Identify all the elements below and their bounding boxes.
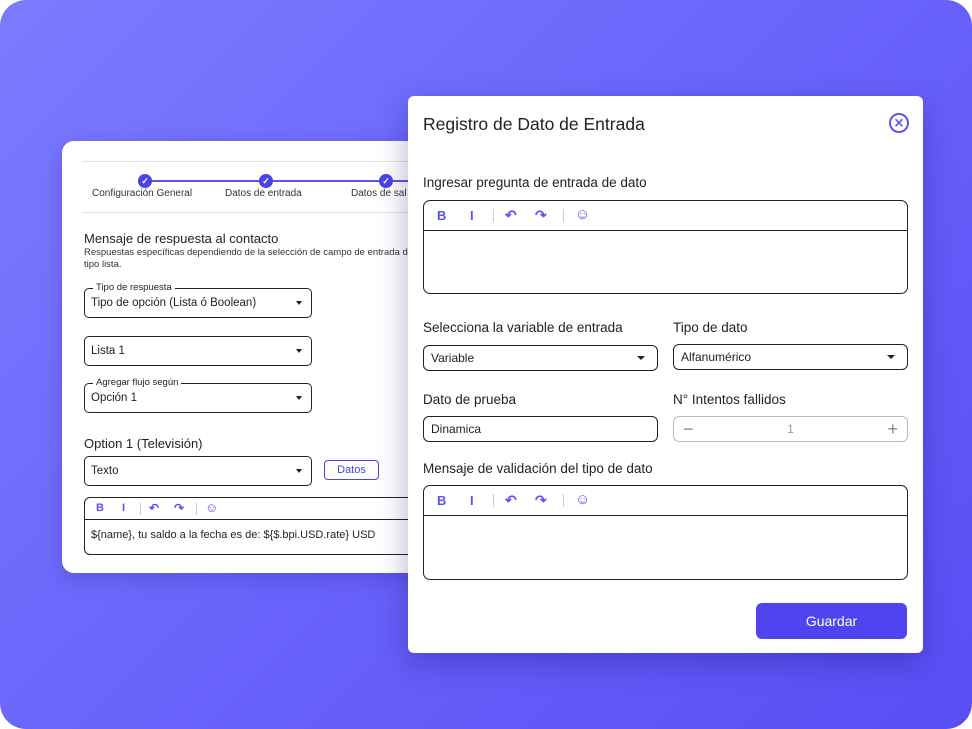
texto-select[interactable]: Texto — [84, 456, 312, 486]
tipo-dato-select[interactable]: Alfanumérico — [673, 344, 908, 370]
select-value: Variable — [431, 351, 475, 365]
select-value: Opción 1 — [91, 392, 138, 404]
variable-label: Selecciona la variable de entrada — [423, 320, 623, 335]
editor-content[interactable]: ${name}, tu saldo a la fecha es de: ${$.… — [85, 520, 423, 550]
tipo-dato-label: Tipo de dato — [673, 320, 748, 335]
editor-toolbar: B I ↶ ↷ ☺ — [424, 486, 907, 516]
toolbar-divider — [196, 503, 197, 515]
question-editor[interactable]: B I ↶ ↷ ☺ — [423, 200, 908, 294]
step-label: Configuración General — [92, 188, 193, 199]
field-legend: Agregar flujo según — [93, 376, 182, 390]
dato-prueba-input[interactable]: Dinamica — [423, 416, 658, 442]
bold-button[interactable]: B — [96, 502, 104, 514]
emoji-icon[interactable]: ☺ — [575, 491, 590, 508]
guardar-button[interactable]: Guardar — [756, 603, 907, 639]
step-label: Datos de entrada — [225, 188, 302, 199]
section-subtitle: Respuestas específicas dependiendo de la… — [84, 247, 414, 270]
validacion-editor[interactable]: B I ↶ ↷ ☺ — [423, 485, 908, 580]
editor-toolbar: B I ↶ ↷ ☺ — [85, 498, 423, 520]
lista-select[interactable]: Lista 1 — [84, 336, 312, 366]
stepper-value: 1 — [787, 422, 794, 436]
check-icon: ✓ — [379, 174, 393, 188]
undo-icon[interactable]: ↶ — [505, 492, 517, 509]
toolbar-divider — [563, 494, 564, 507]
italic-button[interactable]: I — [470, 493, 474, 508]
agregar-flujo-select[interactable]: Agregar flujo según Opción 1 — [84, 376, 312, 413]
check-icon: ✓ — [138, 174, 152, 188]
redo-icon[interactable]: ↷ — [535, 492, 547, 509]
undo-icon[interactable]: ↶ — [505, 207, 517, 224]
response-editor[interactable]: B I ↶ ↷ ☺ ${name}, tu saldo a la fecha e… — [84, 497, 424, 555]
field-legend: Tipo de respuesta — [93, 281, 175, 295]
plus-icon[interactable]: + — [887, 418, 898, 440]
modal-title: Registro de Dato de Entrada — [423, 114, 645, 134]
input-value: Dinamica — [431, 422, 482, 436]
check-icon: ✓ — [259, 174, 273, 188]
italic-button[interactable]: I — [122, 502, 125, 514]
close-icon[interactable]: ⨯ — [889, 113, 909, 133]
dato-prueba-label: Dato de prueba — [423, 392, 517, 407]
toolbar-divider — [493, 494, 494, 507]
app-background: ✓ Configuración General ✓ Datos de entra… — [0, 0, 972, 729]
option-title: Option 1 (Televisión) — [84, 436, 203, 451]
redo-icon[interactable]: ↷ — [174, 501, 184, 515]
variable-select[interactable]: Variable — [423, 345, 658, 371]
intentos-stepper[interactable]: − 1 + — [673, 416, 908, 442]
select-value: Texto — [91, 465, 119, 477]
bold-button[interactable]: B — [437, 208, 446, 223]
caret-down-icon — [296, 469, 302, 473]
tipo-respuesta-select[interactable]: Tipo de respuesta Tipo de opción (Lista … — [84, 281, 312, 318]
toolbar-divider — [140, 503, 141, 515]
intentos-label: N° Intentos fallidos — [673, 392, 786, 407]
editor-toolbar: B I ↶ ↷ ☺ — [424, 201, 907, 231]
registro-dato-modal: Registro de Dato de Entrada ⨯ Ingresar p… — [408, 96, 923, 653]
caret-down-icon — [296, 301, 302, 305]
caret-down-icon — [887, 355, 895, 359]
section-title: Mensaje de respuesta al contacto — [84, 231, 279, 246]
toolbar-divider — [493, 209, 494, 222]
toolbar-divider — [563, 209, 564, 222]
italic-button[interactable]: I — [470, 208, 474, 223]
emoji-icon[interactable]: ☺ — [575, 206, 590, 223]
undo-icon[interactable]: ↶ — [149, 501, 159, 515]
question-label: Ingresar pregunta de entrada de dato — [423, 175, 647, 190]
select-value: Alfanumérico — [681, 350, 752, 364]
validacion-label: Mensaje de validación del tipo de dato — [423, 461, 653, 476]
redo-icon[interactable]: ↷ — [535, 207, 547, 224]
datos-button[interactable]: Datos — [324, 460, 379, 480]
select-value: Lista 1 — [91, 345, 125, 357]
emoji-icon[interactable]: ☺ — [205, 500, 218, 515]
select-value: Tipo de opción (Lista ó Boolean) — [91, 297, 257, 309]
bold-button[interactable]: B — [437, 493, 446, 508]
caret-down-icon — [296, 396, 302, 400]
step-label: Datos de sal — [351, 188, 407, 199]
caret-down-icon — [637, 356, 645, 360]
caret-down-icon — [296, 349, 302, 353]
